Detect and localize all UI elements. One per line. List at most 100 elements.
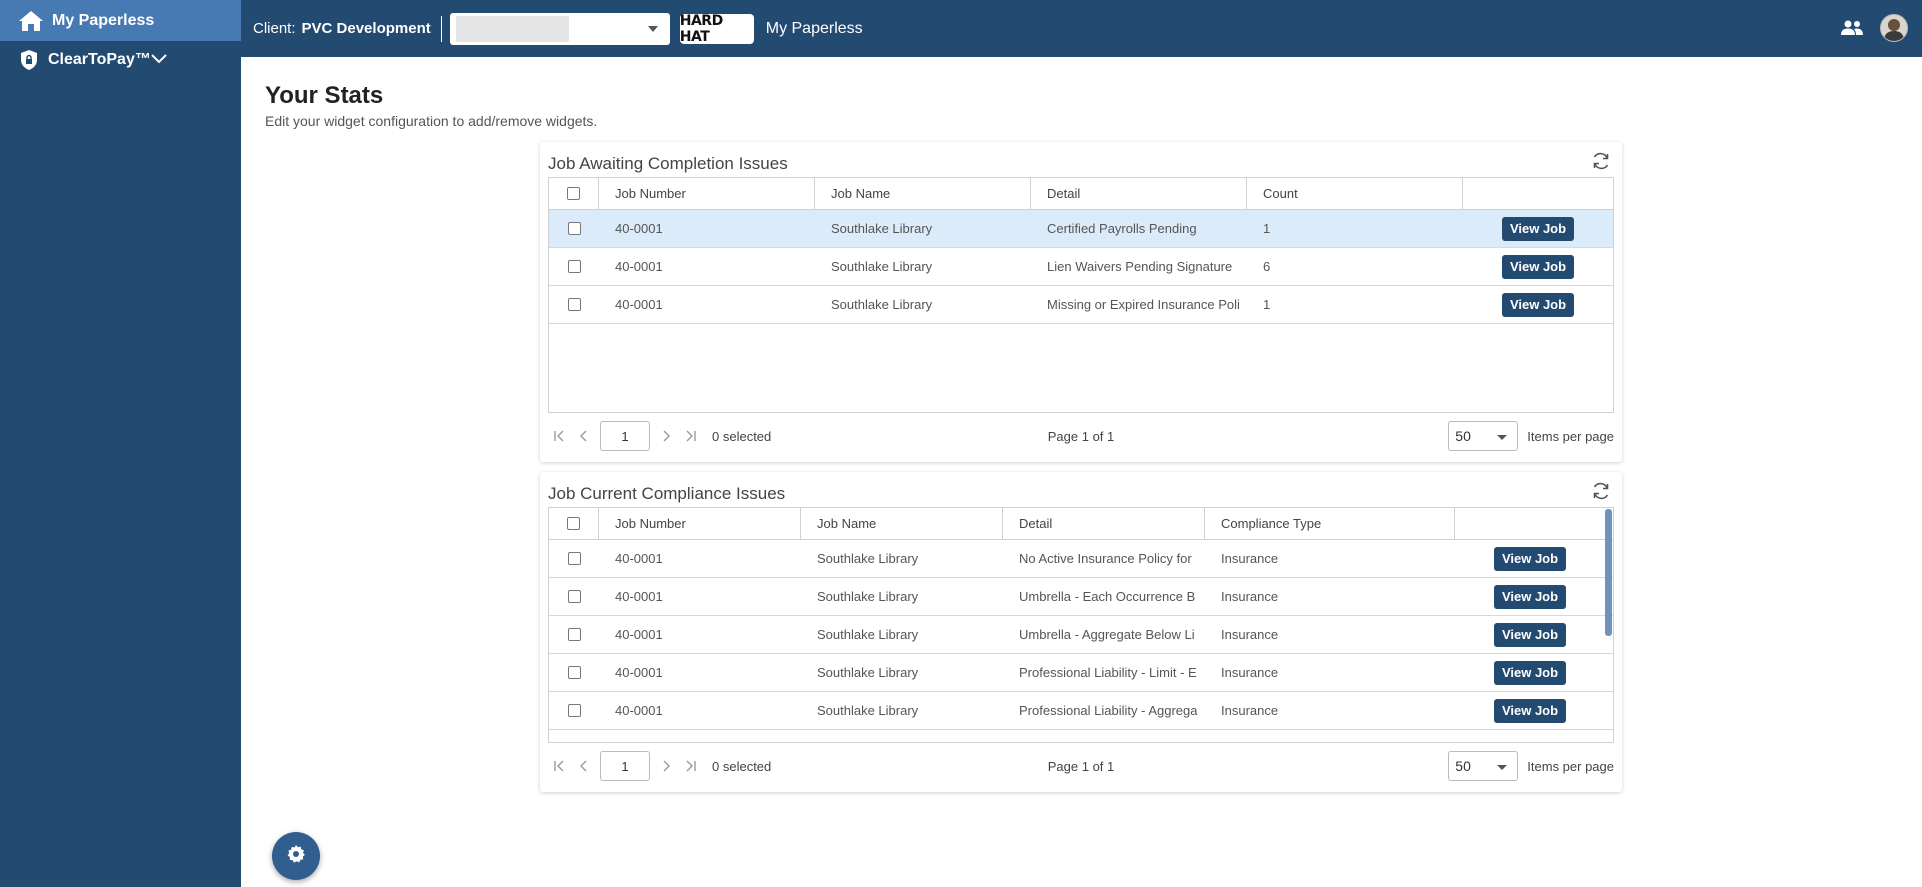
table-row[interactable]: 40-0001 Southlake Library Umbrella - Agg…: [549, 616, 1613, 654]
view-job-button[interactable]: View Job: [1493, 698, 1567, 723]
select-all-checkbox[interactable]: [567, 517, 580, 530]
cell-compliance-type: Insurance: [1221, 627, 1279, 642]
avatar[interactable]: [1880, 14, 1908, 42]
row-checkbox[interactable]: [567, 590, 581, 603]
next-page-icon[interactable]: [654, 754, 678, 778]
table-row[interactable]: 40-0001 Southlake Library Umbrella - Eac…: [549, 578, 1613, 616]
cell-job-number: 40-0001: [615, 221, 663, 236]
table-row[interactable]: 40-0001 Southlake Library Professional L…: [549, 654, 1613, 692]
cell-job-number: 40-0001: [615, 665, 663, 680]
row-checkbox[interactable]: [567, 260, 581, 273]
scrollbar-thumb[interactable]: [1605, 509, 1612, 636]
column-header[interactable]: Job Number: [599, 508, 801, 539]
page-size-value: 50: [1455, 758, 1471, 774]
cell-job-name: Southlake Library: [817, 551, 919, 566]
view-job-button[interactable]: View Job: [1493, 546, 1567, 571]
table-row[interactable]: 40-0001 Southlake Library Missing or Exp…: [549, 286, 1613, 324]
table-row[interactable]: 40-0001 Southlake Library Professional L…: [549, 692, 1613, 730]
view-job-button[interactable]: View Job: [1501, 254, 1575, 279]
sidebar-item-my-paperless[interactable]: My Paperless: [0, 0, 241, 41]
page-size-value: 50: [1455, 428, 1471, 444]
sidebar-item-label: ClearToPay™: [48, 51, 151, 68]
first-page-icon[interactable]: [548, 424, 572, 448]
cell-detail: Umbrella - Aggregate Below Li: [1019, 627, 1195, 642]
caret-down-icon: [647, 25, 658, 32]
top-header: Client: PVC Development HARD HAT My Pape…: [241, 0, 1922, 57]
page-number-input[interactable]: 1: [600, 751, 650, 781]
column-header[interactable]: Job Name: [801, 508, 1003, 539]
client-select-value: [455, 15, 569, 42]
cell-detail: No Active Insurance Policy for: [1019, 551, 1192, 566]
prev-page-icon[interactable]: [572, 754, 596, 778]
page-size-select[interactable]: 50: [1448, 421, 1519, 451]
grid-header: Job Number Job Name Detail Compliance Ty…: [549, 508, 1613, 540]
cell-detail: Umbrella - Each Occurrence B: [1019, 589, 1196, 604]
cell-job-number: 40-0001: [615, 297, 663, 312]
sidebar: My Paperless ClearToPay™: [0, 0, 241, 887]
column-header[interactable]: Detail: [1003, 508, 1205, 539]
table-row[interactable]: 40-0001 Southlake Library Certified Payr…: [549, 210, 1613, 248]
items-per-page-label: Items per page: [1527, 428, 1614, 444]
column-header[interactable]: Count: [1247, 178, 1463, 209]
data-grid: Job Number Job Name Detail Count 40-0001…: [548, 177, 1614, 413]
page-number-input[interactable]: 1: [600, 421, 650, 451]
prev-page-icon[interactable]: [572, 424, 596, 448]
sidebar-item-label: My Paperless: [52, 11, 155, 29]
table-row-partial[interactable]: [549, 730, 1613, 743]
row-checkbox[interactable]: [567, 298, 581, 311]
caret-down-icon: [1497, 765, 1508, 770]
client-select[interactable]: [449, 12, 670, 45]
view-job-button[interactable]: View Job: [1493, 584, 1567, 609]
app-name: My Paperless: [765, 19, 863, 37]
widget-settings-button[interactable]: [272, 832, 320, 880]
row-checkbox[interactable]: [567, 552, 581, 565]
refresh-icon[interactable]: [1590, 150, 1612, 172]
cell-detail: Missing or Expired Insurance Poli: [1047, 297, 1240, 312]
column-header[interactable]: Detail: [1031, 178, 1247, 209]
cell-detail: Certified Payrolls Pending: [1047, 221, 1197, 236]
cell-job-number: 40-0001: [615, 551, 663, 566]
column-header[interactable]: Job Number: [599, 178, 815, 209]
cell-job-number: 40-0001: [615, 259, 663, 274]
last-page-icon[interactable]: [678, 424, 702, 448]
header-divider: [440, 15, 442, 42]
next-page-icon[interactable]: [654, 424, 678, 448]
cell-job-name: Southlake Library: [817, 703, 919, 718]
view-job-button[interactable]: View Job: [1501, 292, 1575, 317]
cell-compliance-type: Insurance: [1221, 665, 1279, 680]
page-subtitle: Edit your widget configuration to add/re…: [265, 113, 598, 129]
grid-header: Job Number Job Name Detail Count: [549, 178, 1613, 210]
cell-compliance-type: Insurance: [1221, 703, 1279, 718]
chevron-down-icon[interactable]: [151, 51, 167, 69]
widget-job-awaiting-completion: Job Awaiting Completion Issues Job Numbe…: [540, 142, 1622, 462]
sidebar-item-cleartopay[interactable]: ClearToPay™: [0, 41, 241, 79]
page-size-select[interactable]: 50: [1448, 751, 1519, 781]
row-checkbox[interactable]: [568, 742, 581, 743]
cell-detail: Professional Liability - Limit - E: [1019, 665, 1197, 680]
data-grid: Job Number Job Name Detail Compliance Ty…: [548, 507, 1614, 743]
row-checkbox[interactable]: [567, 222, 581, 235]
refresh-icon[interactable]: [1590, 480, 1612, 502]
first-page-icon[interactable]: [548, 754, 572, 778]
cell-compliance-type: Insurance: [1221, 551, 1279, 566]
cell-detail: Professional Liability - Aggrega: [1019, 703, 1198, 718]
cell-job-name: Southlake Library: [817, 589, 919, 604]
row-checkbox[interactable]: [567, 666, 581, 679]
column-header[interactable]: Job Name: [815, 178, 1031, 209]
table-row[interactable]: 40-0001 Southlake Library Lien Waivers P…: [549, 248, 1613, 286]
column-header[interactable]: Compliance Type: [1205, 508, 1455, 539]
company-logo: HARD HAT: [679, 13, 754, 45]
cell-count: 1: [1263, 297, 1271, 312]
cell-job-name: Southlake Library: [817, 627, 919, 642]
row-checkbox[interactable]: [567, 704, 581, 717]
widget-title: Job Awaiting Completion Issues: [548, 154, 788, 173]
row-checkbox[interactable]: [567, 628, 581, 641]
last-page-icon[interactable]: [678, 754, 702, 778]
view-job-button[interactable]: View Job: [1493, 660, 1567, 685]
view-job-button[interactable]: View Job: [1501, 216, 1575, 241]
view-job-button[interactable]: View Job: [1493, 622, 1567, 647]
table-row[interactable]: 40-0001 Southlake Library No Active Insu…: [549, 540, 1613, 578]
select-all-checkbox[interactable]: [567, 187, 580, 200]
widget-job-current-compliance: Job Current Compliance Issues Job Number…: [540, 472, 1622, 792]
people-icon[interactable]: [1838, 14, 1866, 42]
